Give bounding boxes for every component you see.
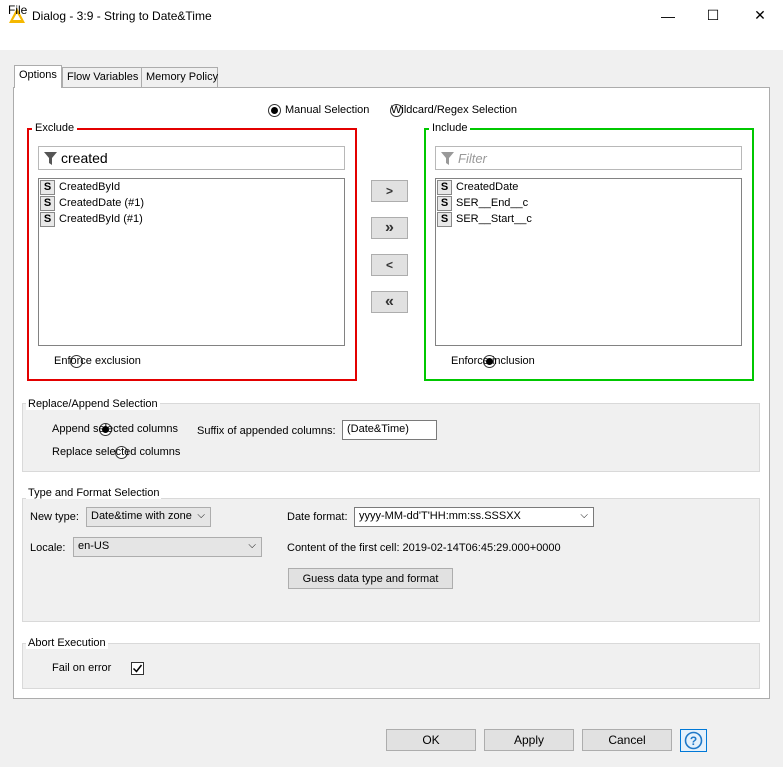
list-item-label: CreatedById <box>59 181 121 193</box>
locale-select[interactable]: en-US ⌵ <box>73 537 262 557</box>
manual-selection-radio[interactable] <box>268 104 281 117</box>
include-title: Include <box>429 122 471 134</box>
string-type-icon: S <box>437 195 452 211</box>
include-filter-input[interactable]: Filter <box>435 146 742 170</box>
list-item-label: SER__End__c <box>456 197 529 209</box>
ok-label: OK <box>422 733 440 747</box>
list-item[interactable]: S CreatedById <box>40 179 120 195</box>
list-item[interactable]: S CreatedById (#1) <box>40 211 143 227</box>
list-item[interactable]: S SER__Start__c <box>437 211 532 227</box>
date-format-select[interactable]: yyyy-MM-dd'T'HH:mm:ss.SSSXX ⌵ <box>354 507 594 527</box>
string-type-icon: S <box>40 195 55 211</box>
fail-on-error-label: Fail on error <box>52 662 112 674</box>
filter-funnel-icon <box>441 152 454 165</box>
tab-memory-policy-label: Memory Policy <box>146 71 219 83</box>
include-filter-placeholder: Filter <box>458 151 487 166</box>
list-item-label: SER__Start__c <box>456 213 532 225</box>
date-format-label: Date format: <box>287 511 348 523</box>
list-item[interactable]: S SER__End__c <box>437 195 528 211</box>
remove-icon: < <box>385 258 393 272</box>
ok-button[interactable]: OK <box>386 729 476 751</box>
filter-funnel-icon <box>44 152 57 165</box>
apply-label: Apply <box>513 733 545 747</box>
window-title: Dialog - 3:9 - String to Date&Time <box>32 9 212 23</box>
locale-value: en-US <box>78 540 110 552</box>
menu-file[interactable]: File <box>8 3 27 17</box>
cancel-label: Cancel <box>608 733 646 747</box>
close-icon: ✕ <box>754 7 766 23</box>
add-all-button[interactable]: » <box>371 217 408 239</box>
wildcard-selection-label: Wildcard/Regex Selection <box>391 104 517 116</box>
tab-options[interactable]: Options <box>14 65 62 88</box>
add-button[interactable]: > <box>371 180 408 202</box>
remove-button[interactable]: < <box>371 254 408 276</box>
maximize-icon: ☐ <box>706 7 720 23</box>
tab-memory-policy[interactable]: Memory Policy <box>141 67 218 87</box>
suffix-label: Suffix of appended columns: <box>197 425 336 437</box>
remove-all-button[interactable]: « <box>371 291 408 313</box>
help-button[interactable]: ? <box>680 729 707 752</box>
add-icon: > <box>385 184 393 198</box>
svg-text:?: ? <box>690 734 697 748</box>
manual-selection-label: Manual Selection <box>285 104 370 116</box>
include-list[interactable]: S CreatedDate S SER__End__c S SER__Start__c <box>435 178 742 346</box>
tab-flow-variables[interactable]: Flow Variables <box>62 67 142 87</box>
fail-on-error-checkbox[interactable] <box>131 662 145 675</box>
checkmark-icon <box>133 664 143 673</box>
chevron-down-icon: ⌵ <box>248 540 256 551</box>
append-columns-label: Append selected columns <box>52 423 178 435</box>
string-type-icon: S <box>40 211 55 227</box>
string-type-icon: S <box>437 211 452 227</box>
exclude-title: Exclude <box>32 122 78 134</box>
abort-title: Abort Execution <box>26 637 108 649</box>
guess-format-label: Guess data type and format <box>302 572 439 585</box>
remove-all-icon: « <box>385 293 394 310</box>
new-type-value: Date&time with zone <box>91 510 192 522</box>
close-button[interactable]: ✕ <box>737 0 783 31</box>
first-cell-content: Content of the first cell: 2019-02-14T06… <box>287 542 561 554</box>
enforce-exclusion-label: Enforce exclusion <box>54 355 141 367</box>
locale-label: Locale: <box>30 542 66 554</box>
apply-button[interactable]: Apply <box>484 729 574 751</box>
help-icon: ? <box>684 731 703 750</box>
minimize-icon: — <box>661 7 675 24</box>
list-item[interactable]: S CreatedDate (#1) <box>40 195 144 211</box>
minimize-button[interactable]: — <box>645 0 691 31</box>
suffix-input[interactable]: (Date&Time) <box>342 420 437 440</box>
add-all-icon: » <box>385 219 394 236</box>
cancel-button[interactable]: Cancel <box>582 729 672 751</box>
list-item-label: CreatedById (#1) <box>59 213 143 225</box>
date-format-value: yyyy-MM-dd'T'HH:mm:ss.SSSXX <box>359 510 521 522</box>
list-item-label: CreatedDate <box>456 181 519 193</box>
exclude-list[interactable]: S CreatedById S CreatedDate (#1) S CreatedB… <box>38 178 345 346</box>
list-item-label: CreatedDate (#1) <box>59 197 144 209</box>
type-format-title: Type and Format Selection <box>26 487 162 499</box>
string-type-icon: S <box>437 179 452 195</box>
string-type-icon: S <box>40 179 55 195</box>
new-type-select[interactable]: Date&time with zone ⌵ <box>86 507 211 527</box>
exclude-filter-input[interactable]: created <box>38 146 345 170</box>
enforce-inclusion-label: Enforce inclusion <box>451 355 535 367</box>
guess-format-button[interactable]: Guess data type and format <box>288 568 453 589</box>
new-type-label: New type: <box>30 511 79 523</box>
tab-flow-variables-label: Flow Variables <box>67 71 139 83</box>
replace-append-title: Replace/Append Selection <box>26 398 160 410</box>
chevron-down-icon: ⌵ <box>580 510 588 521</box>
exclude-filter-value: created <box>61 150 108 166</box>
list-item[interactable]: S CreatedDate <box>437 179 518 195</box>
menu-bar <box>0 31 783 50</box>
replace-columns-label: Replace selected columns <box>52 446 181 458</box>
chevron-down-icon: ⌵ <box>197 510 205 521</box>
tab-options-label: Options <box>19 69 57 81</box>
maximize-button[interactable]: ☐ <box>690 0 736 31</box>
